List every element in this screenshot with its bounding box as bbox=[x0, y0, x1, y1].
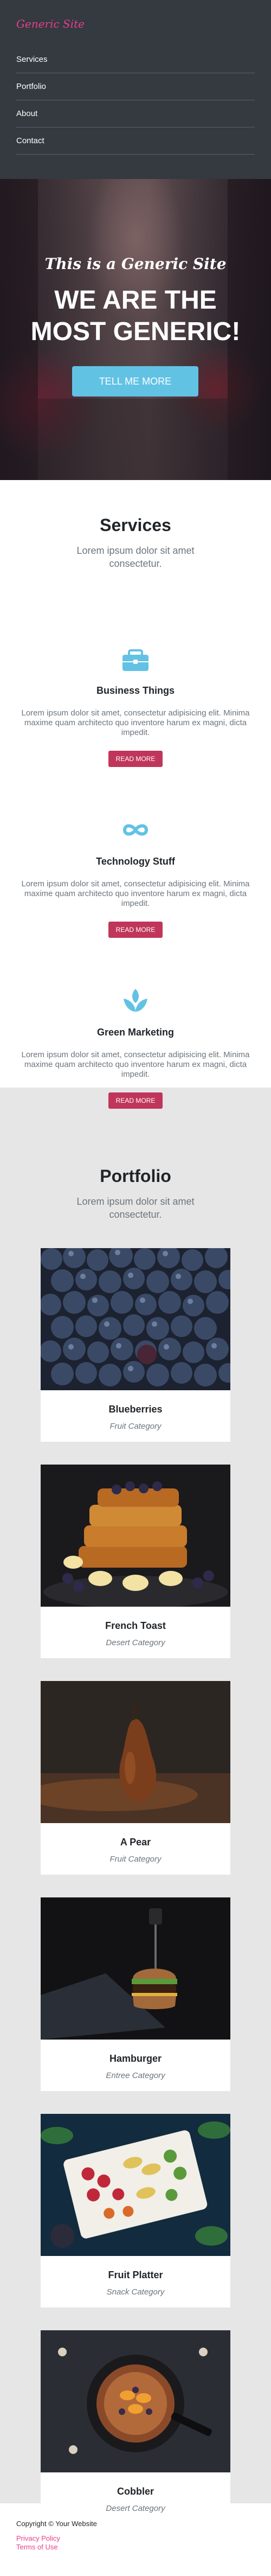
read-more-button[interactable]: READ MORE bbox=[108, 922, 163, 938]
nav-item-about[interactable]: About bbox=[16, 100, 255, 127]
card-caption: Blueberries Fruit Category bbox=[41, 1390, 230, 1442]
portfolio-card[interactable]: French Toast Desert Category bbox=[41, 1465, 230, 1658]
services-section: Services Lorem ipsum dolor sit amet cons… bbox=[0, 480, 271, 1109]
nav-item-contact[interactable]: Contact bbox=[16, 127, 255, 155]
service-name: Business Things bbox=[96, 685, 175, 696]
card-category: Fruit Category bbox=[109, 1855, 162, 1864]
card-title: A Pear bbox=[120, 1837, 151, 1848]
portfolio-subtitle: Lorem ipsum dolor sit amet consectetur. bbox=[76, 1196, 195, 1220]
card-title: Cobbler bbox=[117, 2486, 154, 2497]
terms-of-use-link[interactable]: Terms of Use bbox=[16, 2543, 255, 2552]
cobbler-image bbox=[41, 2330, 230, 2472]
hero-background-street bbox=[38, 399, 228, 480]
card-category: Desert Category bbox=[106, 1638, 165, 1647]
service-name: Green Marketing bbox=[96, 1027, 175, 1038]
top-navbar: Generic Site Services Portfolio About Co… bbox=[0, 0, 271, 179]
services-subtitle: Lorem ipsum dolor sit amet consectetur. bbox=[76, 545, 195, 569]
services-title: Services bbox=[100, 515, 171, 535]
brand-logo-link[interactable]: Generic Site bbox=[16, 0, 255, 46]
service-description: Lorem ipsum dolor sit amet, consectetur … bbox=[21, 708, 250, 737]
card-title: Hamburger bbox=[109, 2053, 162, 2064]
service-description: Lorem ipsum dolor sit amet, consectetur … bbox=[21, 1050, 250, 1079]
hero-heading: WE ARE THE MOST GENERIC! bbox=[0, 285, 271, 348]
infinity-icon bbox=[122, 824, 149, 836]
card-caption: Hamburger Entree Category bbox=[41, 2040, 230, 2091]
card-caption: A Pear Fruit Category bbox=[41, 1823, 230, 1875]
read-more-button[interactable]: READ MORE bbox=[108, 751, 163, 767]
hamburger-image bbox=[41, 1897, 230, 2040]
card-caption: French Toast Desert Category bbox=[41, 1607, 230, 1658]
hero-heading-line2: MOST GENERIC! bbox=[30, 317, 241, 346]
nav-menu: Services Portfolio About Contact bbox=[16, 46, 255, 155]
fruit-platter-image bbox=[41, 2114, 230, 2256]
nav-item-services[interactable]: Services bbox=[16, 46, 255, 73]
portfolio-card[interactable]: A Pear Fruit Category bbox=[41, 1681, 230, 1875]
hero-heading-line1: WE ARE THE bbox=[54, 286, 217, 315]
service-description: Lorem ipsum dolor sit amet, consectetur … bbox=[21, 879, 250, 908]
service-item: Business Things Lorem ipsum dolor sit am… bbox=[0, 643, 271, 767]
portfolio-card[interactable]: Blueberries Fruit Category bbox=[41, 1248, 230, 1442]
card-caption: Fruit Platter Snack Category bbox=[41, 2256, 230, 2307]
nav-item-portfolio[interactable]: Portfolio bbox=[16, 73, 255, 100]
card-title: Blueberries bbox=[108, 1404, 163, 1415]
portfolio-card[interactable]: Fruit Platter Snack Category bbox=[41, 2114, 230, 2307]
service-item: Technology Stuff Lorem ipsum dolor sit a… bbox=[0, 814, 271, 938]
card-title: French Toast bbox=[105, 1620, 166, 1631]
privacy-policy-link[interactable]: Privacy Policy bbox=[16, 2534, 255, 2543]
briefcase-icon bbox=[122, 649, 149, 671]
card-category: Snack Category bbox=[106, 2287, 165, 2297]
portfolio-title: Portfolio bbox=[100, 1166, 171, 1186]
blueberries-image bbox=[41, 1248, 230, 1390]
hero-section: This is a Generic Site WE ARE THE MOST G… bbox=[0, 179, 271, 480]
portfolio-card[interactable]: Hamburger Entree Category bbox=[41, 1897, 230, 2091]
service-name: Technology Stuff bbox=[96, 856, 175, 867]
page-footer: Copyright © Your Website Privacy Policy … bbox=[0, 2503, 271, 2576]
pear-image bbox=[41, 1681, 230, 1823]
copyright-text: Copyright © Your Website bbox=[16, 2520, 97, 2528]
portfolio-section: Portfolio Lorem ipsum dolor sit amet con… bbox=[0, 1088, 271, 2524]
french-toast-image bbox=[41, 1465, 230, 1607]
footer-links: Privacy Policy Terms of Use bbox=[16, 2534, 255, 2552]
card-category: Fruit Category bbox=[109, 1422, 162, 1431]
card-category: Entree Category bbox=[106, 2071, 165, 2080]
portfolio-card[interactable]: Cobbler Desert Category bbox=[41, 2330, 230, 2524]
hero-subheading: This is a Generic Site bbox=[44, 255, 227, 273]
tell-me-more-button[interactable]: TELL ME MORE bbox=[72, 366, 198, 397]
leaf-icon bbox=[124, 989, 147, 1012]
read-more-button[interactable]: READ MORE bbox=[108, 1092, 163, 1109]
card-title: Fruit Platter bbox=[108, 2270, 163, 2280]
